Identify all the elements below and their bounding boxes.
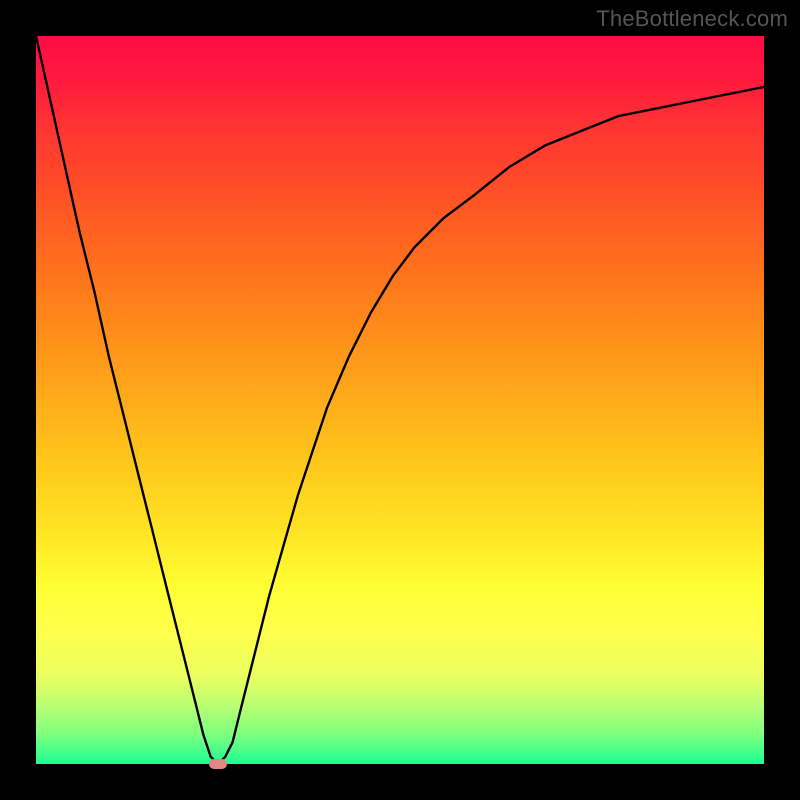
watermark-text: TheBottleneck.com [596, 6, 788, 32]
plot-area [36, 36, 764, 764]
chart-frame: TheBottleneck.com [0, 0, 800, 800]
minimum-marker [209, 759, 227, 769]
bottleneck-curve [36, 36, 764, 764]
curve-layer [36, 36, 764, 764]
